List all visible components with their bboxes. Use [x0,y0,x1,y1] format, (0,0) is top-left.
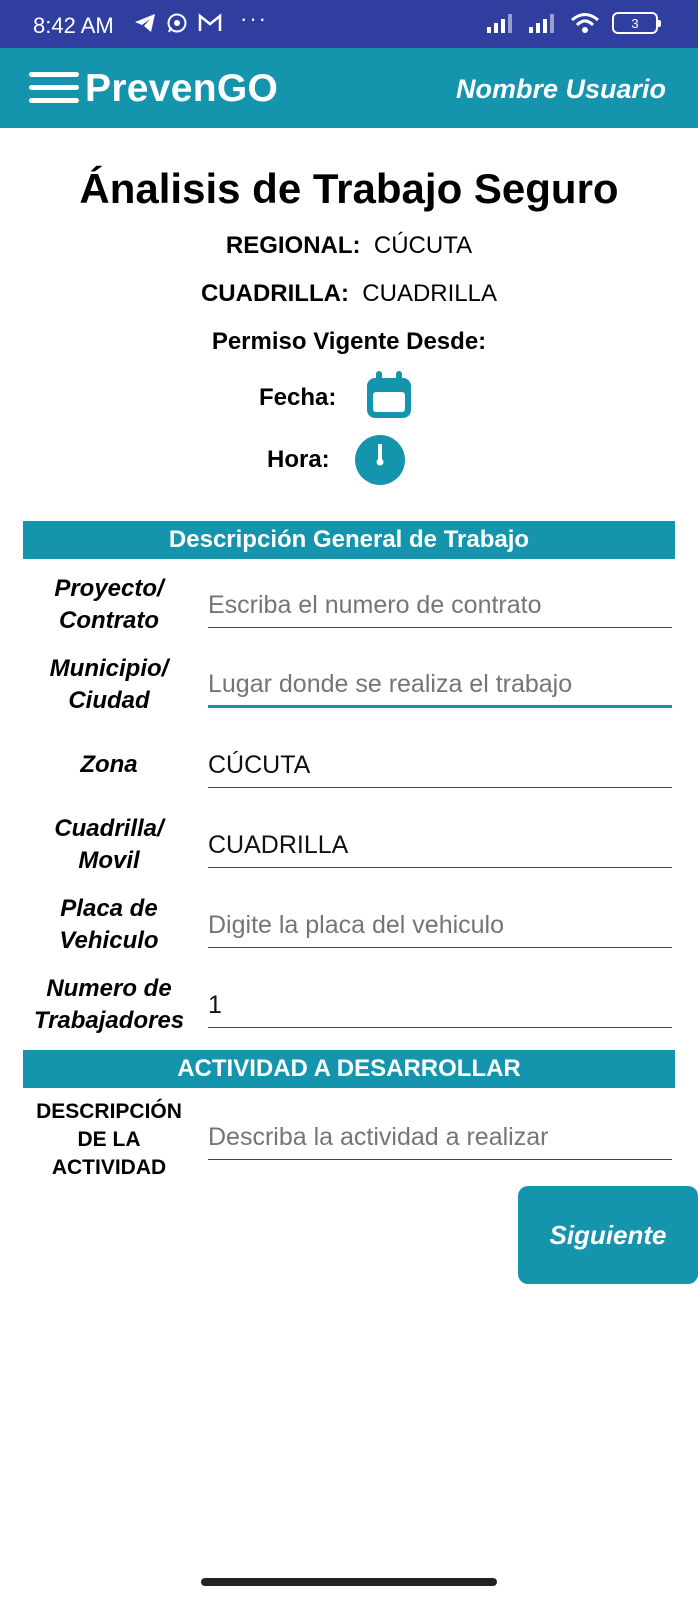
app-bar: PrevenGO Nombre Usuario [0,48,698,128]
placa-input[interactable] [208,904,672,948]
municipio-label: Municipio/ Ciudad [49,655,169,714]
app-title: PrevenGO [85,67,279,110]
battery-icon: 3 [612,12,661,34]
notification-icons [134,12,222,34]
regional-value: CÚCUTA [373,232,473,259]
page-title: Ánalisis de Trabajo Seguro [79,165,619,212]
more-notifications: ··· [240,6,268,31]
cuadrilla-value: CUADRILLA [362,280,498,307]
proyecto-label: Proyecto/ Contrato [54,575,164,634]
clock-icon[interactable] [354,434,406,486]
menu-icon[interactable] [29,70,79,106]
placa-label: Placa de Vehiculo [59,895,159,954]
gmail-icon [198,13,222,31]
next-button[interactable]: Siguiente [518,1186,698,1284]
hora-label: Hora: [267,446,330,473]
trabajadores-label: Numero de Trabajadores [33,975,185,1034]
calendar-icon[interactable] [364,370,414,422]
telegram-icon [135,14,155,32]
proyecto-input[interactable] [208,584,672,628]
cuadrilla-info: CUADRILLA: CUADRILLA [0,280,698,308]
permiso-label: Permiso Vigente Desde: [211,328,487,355]
battery-level: 3 [631,15,639,31]
regional-info: REGIONAL: CÚCUTA [0,232,698,260]
status-bar: 8:42 AM ··· 3 [0,0,698,48]
cuadrilla-label: CUADRILLA: [200,280,349,307]
regional-label: REGIONAL: [225,232,361,259]
home-indicator[interactable] [201,1578,497,1586]
fecha-label: Fecha: [259,384,337,411]
municipio-input[interactable] [208,664,672,708]
trabajadores-input[interactable] [208,984,672,1028]
section-activity-header: ACTIVIDAD A DESARROLLAR [23,1050,675,1088]
user-name[interactable]: Nombre Usuario [456,74,666,105]
status-time: 8:42 AM [33,13,114,38]
wifi-icon [571,13,599,33]
signal-icon [487,14,512,33]
cuadrilla-movil-label: Cuadrilla/ Movil [54,815,164,874]
zona-label: Zona [80,751,138,778]
descripcion-actividad-input[interactable] [208,1116,672,1160]
whatsapp-icon [167,13,187,33]
zona-input[interactable] [208,744,672,788]
system-icons: 3 [486,12,661,34]
descripcion-actividad-label: DESCRIPCIÓN DE LA ACTIVIDAD [36,1100,182,1179]
cuadrilla-movil-input[interactable] [208,824,672,868]
signal-icon [529,14,554,33]
section-general-header: Descripción General de Trabajo [23,521,675,559]
